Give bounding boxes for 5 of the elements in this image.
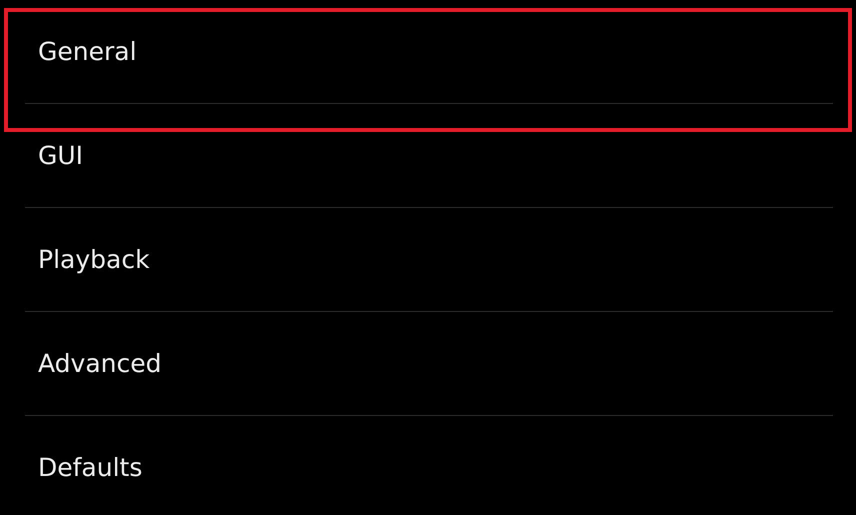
settings-item[interactable]: Advanced (38, 348, 162, 378)
settings-item[interactable]: General (38, 36, 137, 66)
settings-item[interactable]: Playback (38, 244, 150, 274)
settings-item[interactable]: GUI (38, 140, 84, 170)
settings-item[interactable]: Defaults (38, 452, 142, 482)
